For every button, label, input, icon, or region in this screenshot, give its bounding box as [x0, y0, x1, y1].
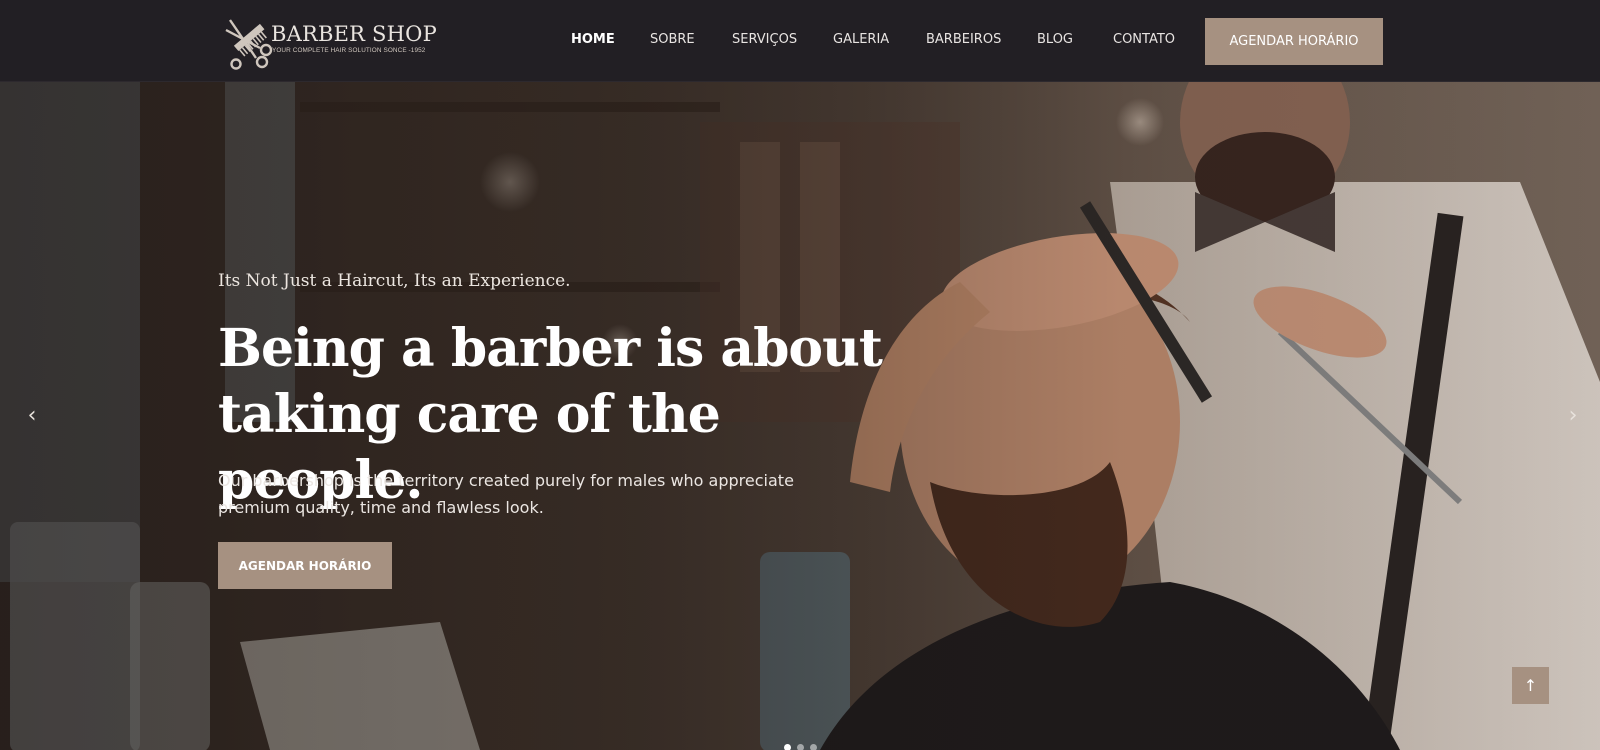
hero-description-line1: Our barbershop is the territory created … [218, 471, 794, 490]
nav-item-sobre[interactable]: SOBRE [650, 32, 695, 47]
nav-item-blog[interactable]: BLOG [1037, 32, 1073, 47]
site-header: BARBER SHOP YOUR COMPLETE HAIR SOLUTION … [0, 0, 1600, 82]
hero-headline-line1: Being a barber is about [218, 318, 883, 379]
hero-tagline: Its Not Just a Haircut, Its an Experienc… [218, 271, 571, 291]
hero-content: Its Not Just a Haircut, Its an Experienc… [218, 82, 918, 750]
hero-description-line2: premium quality, time and flawless look. [218, 498, 544, 517]
hero-booking-button[interactable]: AGENDAR HORÁRIO [218, 542, 392, 589]
arrow-up-icon: ↑ [1523, 676, 1538, 695]
slider-dots [784, 744, 817, 750]
chevron-left-icon[interactable]: ‹ [20, 404, 44, 428]
hero-description: Our barbershop is the territory created … [218, 467, 798, 521]
scroll-to-top-button[interactable]: ↑ [1512, 667, 1549, 704]
nav-item-servicos[interactable]: SERVIÇOS [732, 32, 797, 47]
hero-slider: Its Not Just a Haircut, Its an Experienc… [0, 82, 1600, 750]
logo-tagline: YOUR COMPLETE HAIR SOLUTION SONCE -1952 [272, 47, 426, 54]
logo[interactable]: BARBER SHOP YOUR COMPLETE HAIR SOLUTION … [216, 8, 437, 74]
slider-dot-1[interactable] [784, 744, 791, 750]
logo-title: BARBER SHOP [271, 22, 437, 46]
slider-dot-3[interactable] [810, 744, 817, 750]
slider-dot-2[interactable] [797, 744, 804, 750]
header-booking-button[interactable]: AGENDAR HORÁRIO [1205, 18, 1383, 65]
nav-item-galeria[interactable]: GALERIA [833, 32, 889, 47]
chevron-right-icon[interactable]: › [1561, 404, 1585, 428]
nav-item-home[interactable]: HOME [571, 32, 615, 47]
nav-item-barbeiros[interactable]: BARBEIROS [926, 32, 1001, 47]
nav-item-contato[interactable]: CONTATO [1113, 32, 1175, 47]
